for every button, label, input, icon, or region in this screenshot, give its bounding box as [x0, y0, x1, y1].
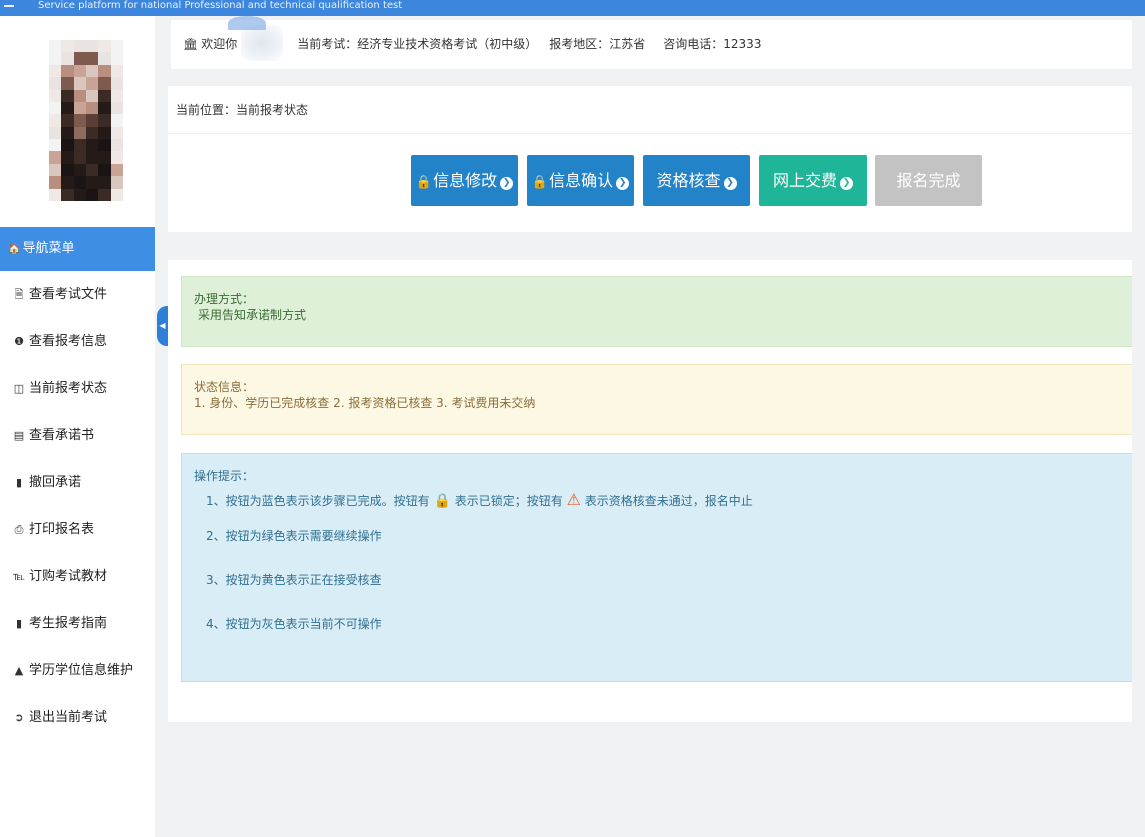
tip-line-3: 3、按钮为黄色表示正在接受核查 — [206, 573, 382, 587]
breadcrumb: 当前位置：当前报考状态 — [168, 86, 1132, 134]
step-label: 资格核查 — [656, 171, 721, 190]
sidebar-item-logout[interactable]: ➲ 退出当前考试 — [0, 694, 155, 741]
book-icon: ▮ — [15, 476, 23, 489]
status-alert: 状态信息： 1. 身份、学历已完成核查 2. 报考资格已核查 3. 考试费用未交… — [181, 364, 1132, 435]
nav-list: 🗎 查看考试文件 ❶ 查看报考信息 ◫ 当前报考状态 ▤ 查看承诺书 ▮ 撤回承诺 ⎙ 打印… — [0, 271, 155, 741]
cart-icon: ℡ — [13, 570, 25, 583]
exam-region: 报考地区：江苏省 — [549, 37, 646, 51]
tips-title: 操作提示： — [194, 469, 255, 483]
banner-text: Service platform for national Profession… — [38, 0, 403, 11]
step-button-edit-info[interactable]: 🔒信息修改 ❯ — [411, 155, 518, 206]
contact-phone: 咨询电话：12333 — [663, 37, 762, 51]
tip-text: 1、按钮为蓝色表示该步骤已完成。按钮有 — [206, 494, 430, 508]
step-label: 报名完成 — [896, 171, 961, 190]
info-icon: ❶ — [14, 335, 24, 348]
sidebar-item-label: 当前报考状态 — [29, 381, 108, 396]
nav-header[interactable]: 🏠 导航菜单 — [0, 227, 155, 271]
tip-text: 表示资格核查未通过，报名中止 — [584, 494, 753, 508]
top-banner: Service platform for national Profession… — [0, 0, 1145, 16]
step-button-registration-complete: 报名完成 — [875, 155, 982, 206]
status-text: 1. 身份、学历已完成核查 2. 报考资格已核查 3. 考试费用未交纳 — [194, 396, 536, 410]
step-label: 网上交费 — [772, 171, 837, 190]
divider-strip — [168, 232, 1132, 260]
tip-text: 表示已锁定；按钮有 — [454, 494, 563, 508]
sidebar-item-label: 查看承诺书 — [29, 428, 95, 443]
sidebar-toggle-button[interactable]: ◀ — [157, 306, 168, 346]
sidebar-item-print[interactable]: ⎙ 打印报名表 — [0, 506, 155, 553]
sidebar-item-label: 查看报考信息 — [29, 334, 108, 349]
sidebar-item-label: 打印报名表 — [29, 522, 95, 537]
sidebar-item-withdraw[interactable]: ▮ 撤回承诺 — [0, 459, 155, 506]
sidebar-item-label: 学历学位信息维护 — [29, 663, 134, 678]
warning-icon: ⚠ — [566, 490, 581, 509]
main-panel: 当前位置：当前报考状态 🔒信息修改 ❯ 🔒信息确认 ❯ 资格核查 ❯ 网上交费 ❯ 报名… — [168, 86, 1132, 722]
step-button-online-payment[interactable]: 网上交费 ❯ — [759, 155, 867, 206]
logout-icon: ➲ — [14, 711, 24, 724]
sidebar-item-education[interactable]: ▲ 学历学位信息维护 — [0, 647, 155, 694]
status-title: 状态信息： — [194, 380, 255, 394]
graduation-cap-icon: ▲ — [14, 664, 24, 677]
home-icon: 🏠 — [8, 244, 21, 255]
lock-icon: 🔒 — [415, 175, 433, 190]
welcome-bar: 🏛 欢迎你 当前考试：经济专业技术资格考试（初中级） 报考地区：江苏省 咨询电话：123… — [171, 20, 1132, 69]
chevron-right-icon: ❯ — [840, 177, 853, 190]
sidebar-item-label: 考生报考指南 — [29, 616, 108, 631]
file-icon: 🗎 — [14, 288, 24, 301]
step-label: 信息修改 — [433, 171, 498, 190]
step-button-confirm-info[interactable]: 🔒信息确认 ❯ — [527, 155, 634, 206]
redaction-blur — [228, 16, 266, 30]
current-exam: 当前考试：经济专业技术资格考试（初中级） — [297, 37, 538, 51]
book-icon: ▮ — [15, 617, 23, 630]
monitor-icon: ◫ — [13, 382, 25, 395]
lock-icon: 🔒 — [531, 175, 549, 190]
tip-line-1: 1、按钮为蓝色表示该步骤已完成。按钮有 🔒 表示已锁定；按钮有 ⚠ 表示资格核查… — [194, 486, 1132, 514]
welcome-text: 欢迎你 — [201, 37, 238, 51]
sidebar-item-guide[interactable]: ▮ 考生报考指南 — [0, 600, 155, 647]
tip-line-4: 4、按钮为灰色表示当前不可操作 — [206, 617, 382, 631]
step-label: 信息确认 — [549, 171, 614, 190]
sidebar-item-current-status[interactable]: ◫ 当前报考状态 — [0, 365, 155, 412]
chevron-right-icon: ❯ — [723, 177, 737, 190]
sidebar-item-exam-files[interactable]: 🗎 查看考试文件 — [0, 271, 155, 318]
method-alert: 办理方式： 采用告知承诺制方式 — [181, 276, 1132, 347]
sidebar-item-exam-info[interactable]: ❶ 查看报考信息 — [0, 318, 155, 365]
menu-bar-icon — [4, 5, 14, 7]
sidebar-item-label: 撤回承诺 — [29, 475, 82, 490]
tip-line-2: 2、按钮为绿色表示需要继续操作 — [206, 529, 382, 543]
lock-icon: 🔒 — [433, 493, 451, 509]
chevron-left-icon: ◀ — [159, 321, 166, 330]
nav-header-label: 导航菜单 — [22, 241, 75, 256]
step-button-qualification-check[interactable]: 资格核查 ❯ — [643, 155, 750, 206]
sidebar: 🏠 导航菜单 🗎 查看考试文件 ❶ 查看报考信息 ◫ 当前报考状态 ▤ 查看承诺书 ▮ 撤回… — [0, 16, 155, 837]
sidebar-item-label: 查看考试文件 — [29, 287, 108, 302]
sidebar-item-label: 订购考试教材 — [29, 569, 108, 584]
sidebar-item-order-books[interactable]: ℡ 订购考试教材 — [0, 553, 155, 600]
avatar — [49, 40, 123, 201]
method-text: 采用告知承诺制方式 — [198, 308, 307, 322]
chevron-right-icon: ❯ — [616, 177, 630, 190]
method-title: 办理方式： — [194, 292, 255, 306]
print-icon: ⎙ — [14, 523, 24, 536]
sidebar-item-commitment[interactable]: ▤ 查看承诺书 — [0, 412, 155, 459]
bank-icon: 🏛 — [183, 37, 199, 51]
chevron-right-icon: ❯ — [500, 177, 514, 190]
sidebar-item-label: 退出当前考试 — [29, 710, 108, 725]
tips-alert: 操作提示： 1、按钮为蓝色表示该步骤已完成。按钮有 🔒 表示已锁定；按钮有 ⚠ … — [181, 453, 1132, 682]
list-icon: ▤ — [13, 429, 25, 442]
